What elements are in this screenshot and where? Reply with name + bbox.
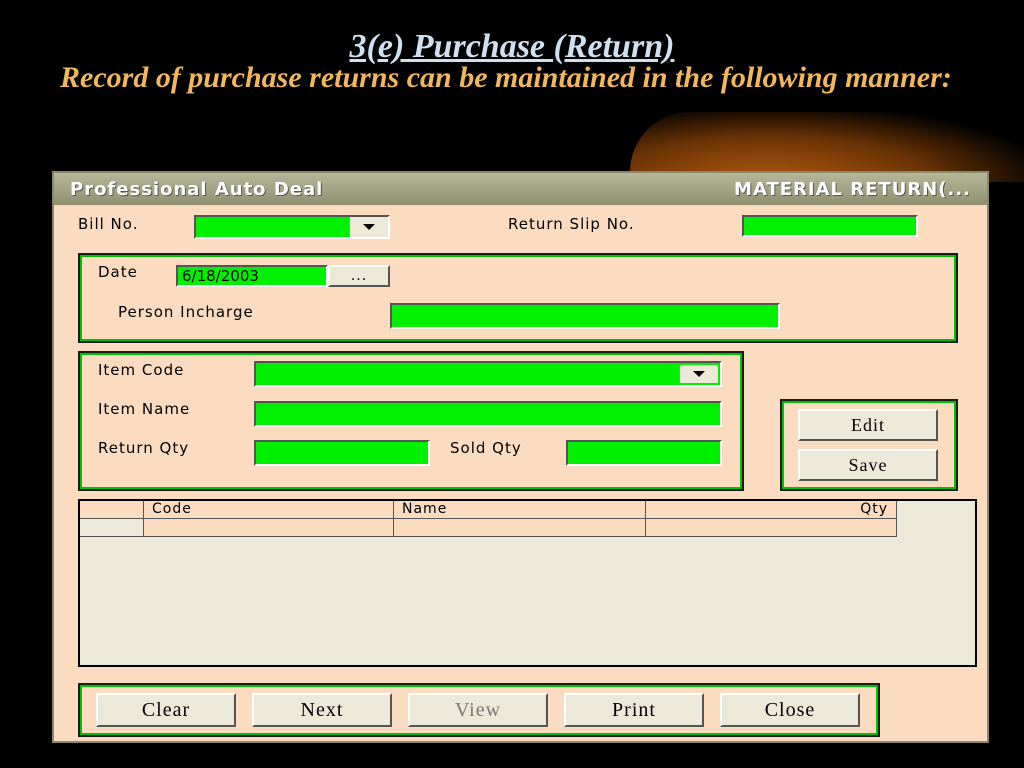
clear-button[interactable]: Clear (96, 693, 236, 727)
window-title-right: MATERIAL RETURN(... (734, 178, 971, 200)
person-incharge-label: Person Incharge (118, 303, 254, 321)
grid-header: Code Name Qty (80, 501, 897, 519)
column-header-code[interactable]: Code (144, 501, 394, 519)
return-slip-field[interactable] (742, 215, 918, 237)
return-qty-field[interactable] (254, 440, 430, 466)
item-code-dropdown-button[interactable] (679, 365, 718, 383)
item-name-field[interactable] (254, 401, 722, 427)
column-header-qty[interactable]: Qty (646, 501, 897, 519)
date-picker-button[interactable]: ... (328, 265, 390, 287)
table-row[interactable] (80, 519, 897, 537)
bill-no-dropdown-button[interactable] (349, 217, 388, 237)
window-titlebar[interactable]: Professional Auto Deal MATERIAL RETURN(.… (54, 173, 987, 205)
row-selector[interactable] (80, 519, 144, 537)
edit-button[interactable]: Edit (798, 409, 938, 441)
material-return-window: Professional Auto Deal MATERIAL RETURN(.… (52, 171, 989, 743)
print-button[interactable]: Print (564, 693, 704, 727)
item-code-combo[interactable] (254, 361, 722, 387)
chevron-down-icon (693, 371, 705, 377)
chevron-down-icon (363, 224, 375, 230)
cell-name[interactable] (394, 519, 646, 537)
close-button[interactable]: Close (720, 693, 860, 727)
next-button[interactable]: Next (252, 693, 392, 727)
window-title-left: Professional Auto Deal (70, 178, 324, 200)
cell-qty[interactable] (646, 519, 897, 537)
return-slip-label: Return Slip No. (508, 215, 635, 233)
date-field[interactable]: 6/18/2003 (176, 265, 328, 287)
item-name-label: Item Name (98, 400, 191, 418)
sold-qty-label: Sold Qty (450, 439, 522, 457)
item-code-label: Item Code (98, 361, 185, 379)
return-qty-label: Return Qty (98, 439, 190, 457)
person-incharge-field[interactable] (390, 303, 780, 329)
slide-title: 3(e) Purchase (Return) (349, 28, 675, 65)
items-grid[interactable]: Code Name Qty (78, 499, 977, 667)
cell-code[interactable] (144, 519, 394, 537)
sold-qty-field[interactable] (566, 440, 722, 466)
save-button[interactable]: Save (798, 449, 938, 481)
view-button[interactable]: View (408, 693, 548, 727)
date-label: Date (98, 263, 138, 281)
column-header-name[interactable]: Name (394, 501, 646, 519)
bill-no-label: Bill No. (78, 215, 139, 233)
grid-corner (80, 501, 144, 519)
bill-no-combo[interactable] (194, 215, 390, 239)
